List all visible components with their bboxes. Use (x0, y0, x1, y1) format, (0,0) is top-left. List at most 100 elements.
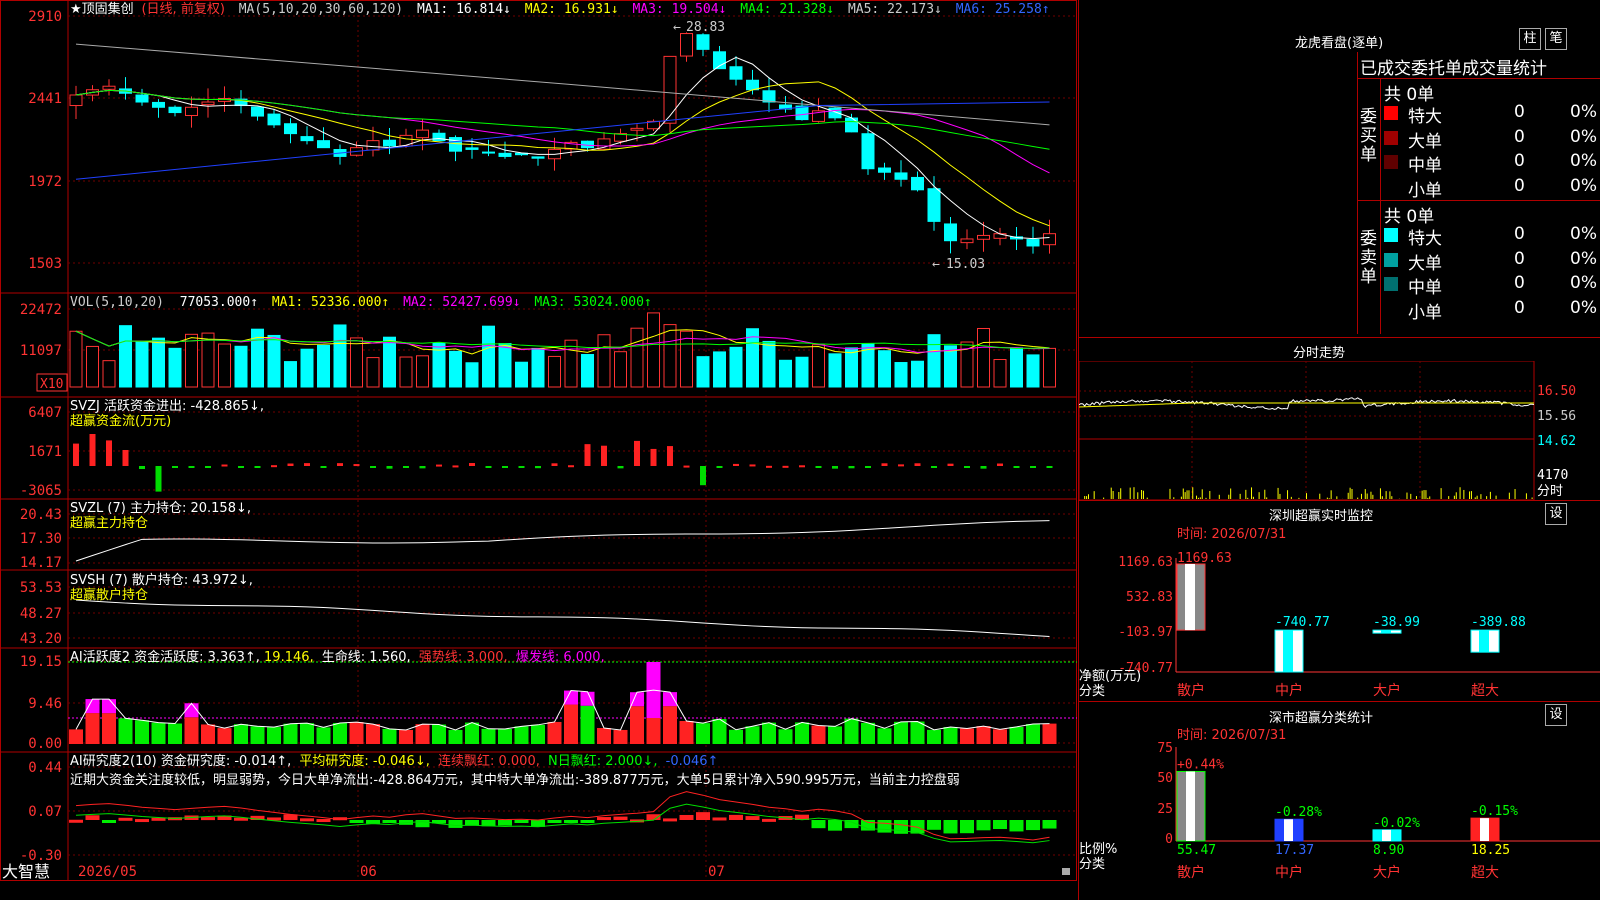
money-flow-bar (304, 463, 310, 466)
ratio-bar-highlight (1382, 829, 1391, 841)
activity-bar (1009, 726, 1024, 744)
svzj-sub: 超赢资金流(万元) (70, 413, 171, 429)
ratio-delta: +0.44% (1177, 757, 1224, 772)
volume-bar (234, 345, 248, 388)
price-high-label: 28.83 (686, 20, 725, 35)
money-flow-bar (122, 450, 129, 466)
volume-bar (135, 341, 149, 388)
volume-bar (812, 344, 825, 388)
ma1-value: MA1: 16.814↓ (417, 2, 511, 17)
research-bar (613, 816, 628, 820)
ma4-value: MA4: 21.328↓ (740, 2, 834, 17)
category-label: 散户 (1177, 682, 1205, 699)
intraday-tick: 16.50 (1537, 384, 1576, 399)
money-flow-bar (1013, 466, 1020, 468)
money-flow-bar (221, 464, 228, 467)
money-flow-bar (73, 443, 79, 466)
intraday-vol-unit: 分时 (1537, 484, 1563, 499)
money-flow-bar (848, 466, 855, 469)
air-avg: 平均研究度: -0.046↓, (299, 753, 429, 769)
money-flow-bar (980, 466, 987, 469)
money-flow-bar (634, 440, 640, 466)
candle-body (449, 137, 462, 152)
sell-order-count: 0 (1514, 248, 1525, 269)
svzl-tick: 20.43 (20, 507, 62, 523)
research-bar (349, 820, 364, 823)
research-bar (745, 816, 760, 820)
buy-order-row: 中单 0 0% (1382, 151, 1600, 176)
vol-tick: 22472 (20, 302, 62, 318)
candle-body (317, 140, 330, 149)
money-flow-bar (238, 466, 244, 468)
vol-ma3: MA3: 53024.000↑ (534, 295, 651, 310)
net-amount-label: 1169.63 (1177, 551, 1232, 566)
volume-bar (581, 354, 594, 388)
money-flow-bar (584, 444, 591, 466)
ratio-delta: -0.02% (1373, 816, 1420, 831)
buy-order-name: 中单 (1408, 156, 1442, 176)
research-bar (118, 817, 133, 821)
date-tick: 2026/05 (78, 864, 137, 880)
money-flow-bar (799, 465, 805, 468)
air-cont: 连续飘红: 0.000, (438, 753, 540, 769)
sell-order-count: 0 (1514, 224, 1525, 244)
sz-monitor-chart[interactable]: 时间: 2026/07/31 1169.63 532.83 -103.97 -7… (1079, 522, 1600, 702)
vol-label: VOL(5,10,20) (70, 295, 164, 310)
activity-bar (745, 726, 760, 744)
brand-logo: 大智慧 (2, 862, 50, 881)
sz-monitor-panel: 深圳超赢实时监控 设 时间: 2026/07/31 1169.63 532.83… (1079, 502, 1600, 702)
activity-bar (861, 722, 875, 744)
research-bar (976, 820, 991, 831)
activity-bar (828, 726, 842, 744)
vol-value: 77053.000↑ (180, 295, 258, 310)
candle-body (201, 101, 215, 106)
volume-bar (201, 332, 215, 388)
money-flow-bar (997, 463, 1003, 466)
column-view-button[interactable]: 柱 (1519, 28, 1541, 50)
air-tick: 0.07 (28, 804, 62, 820)
sz-class-chart[interactable]: 时间: 2026/07/31 75 50 25 0 比例% 分类 +0.44% 5… (1079, 723, 1600, 900)
kline-chart-area[interactable]: 2910 2441 1972 1503 22472 11097 6407 167… (0, 0, 1078, 900)
research-bar (382, 820, 397, 823)
net-amount-bar-highlight (1381, 630, 1391, 634)
activity-bar (234, 724, 248, 744)
buy-order-pct: 0% (1570, 151, 1597, 171)
research-bar (729, 814, 743, 820)
lock-icon (1062, 868, 1070, 875)
activity-bar (663, 706, 677, 744)
category-label: 超大 (1471, 683, 1499, 699)
volume-bar (531, 347, 545, 388)
volume-bar (1043, 347, 1056, 388)
ma6-value: MA6: 25.258↑ (956, 2, 1050, 17)
net-amount-bar-highlight (1283, 630, 1293, 672)
buy-order-pct: 0% (1570, 126, 1597, 147)
activity-bar (696, 723, 710, 744)
tick-view-button[interactable]: 笔 (1545, 28, 1567, 50)
research-bar (1026, 820, 1040, 831)
sz-class-tick: 75 (1157, 741, 1173, 756)
sell-order-pct: 0% (1570, 248, 1597, 269)
volume-bar (218, 343, 231, 388)
sz-class-panel: 深市超赢分类统计 设 时间: 2026/07/31 75 50 25 0 比例%… (1079, 703, 1600, 900)
money-flow-bar (898, 464, 904, 467)
ratio-value: 18.25 (1471, 843, 1510, 858)
candle-body (465, 147, 479, 150)
intraday-chart[interactable]: 16.50 15.56 14.62 4170 分时 (1079, 361, 1600, 501)
intraday-title: 分时走势 (1293, 346, 1346, 361)
money-flow-bar (106, 440, 112, 466)
money-flow-bar (1030, 466, 1036, 468)
volume-bar (927, 334, 941, 388)
research-bar (712, 817, 727, 821)
money-flow-bar (502, 466, 508, 468)
svzl-tick: 17.30 (20, 531, 62, 547)
category-label: 散户 (1177, 864, 1205, 881)
ma3-value: MA3: 19.504↓ (632, 2, 726, 17)
research-bar (597, 817, 611, 821)
sell-order-name: 特大 (1408, 229, 1442, 249)
activity-bar (795, 722, 809, 744)
activity-bar (102, 713, 116, 744)
research-bar (877, 820, 892, 833)
svzj-tick: 1671 (28, 444, 62, 460)
volume-bar (548, 355, 561, 388)
activity-bar (481, 728, 496, 744)
